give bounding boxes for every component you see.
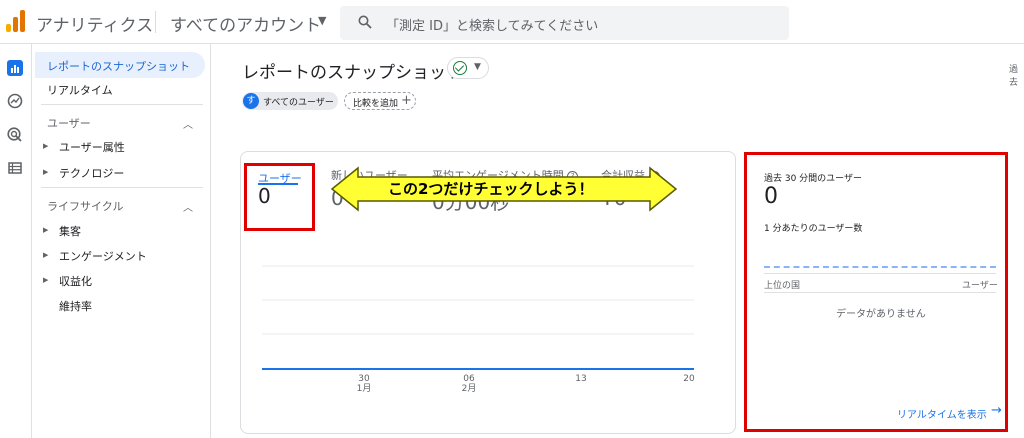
view-realtime-link[interactable]: リアルタイムを表示 [897,406,987,421]
x-tick-label: 13 [575,374,586,384]
x-tick-label: 20 [683,374,695,384]
arrow-right-icon[interactable]: → [991,403,1002,418]
x-tick-label: 30 [358,374,370,384]
per-minute-bar-chart [764,266,996,268]
table-divider [764,273,996,274]
x-tick-sublabel: 2月 [462,383,477,394]
realtime-title: 過去 30 分間のユーザー [764,174,862,184]
column-header-users: ユーザー [962,281,998,291]
realtime-users-value: 0 [764,184,778,209]
column-header-country: 上位の国 [764,281,801,291]
x-tick-label: 06 [463,374,475,384]
no-data-message: データがありません [836,309,926,320]
table-divider [764,292,996,293]
x-tick-sublabel: 1月 [357,383,372,394]
per-minute-label: 1 分あたりのユーザー数 [764,224,863,234]
